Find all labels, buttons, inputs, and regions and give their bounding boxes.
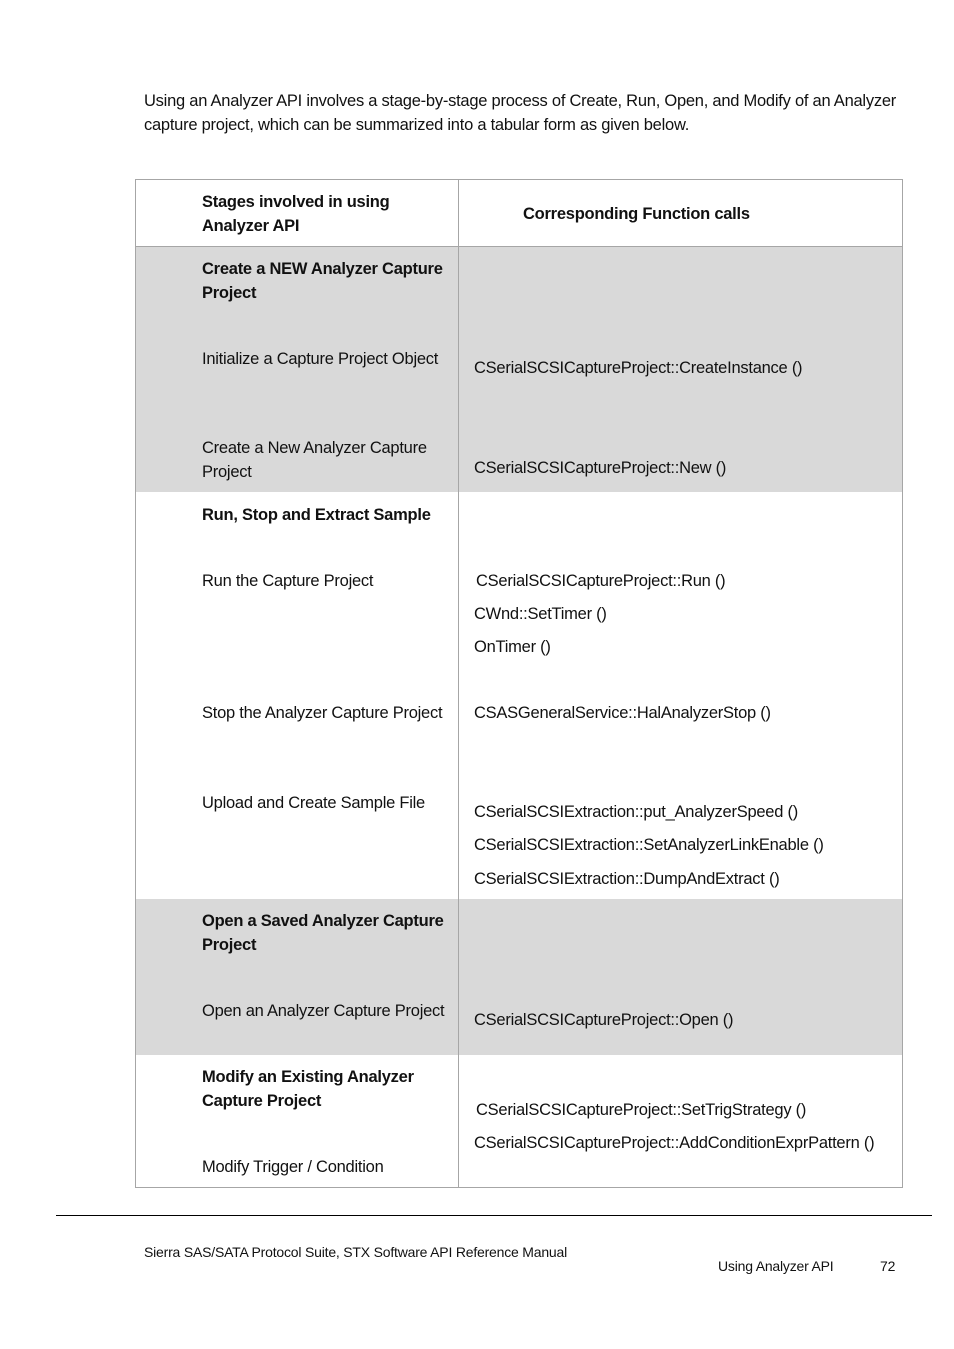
stage-create-new: Create a New Analyzer Capture Project bbox=[202, 439, 427, 481]
call-dump-and-extract: CSerialSCSIExtraction::DumpAndExtract () bbox=[474, 870, 780, 888]
section-title-modify: Modify an Existing Analyzer Capture Proj… bbox=[202, 1068, 414, 1110]
section-title-run: Run, Stop and Extract Sample bbox=[202, 506, 431, 524]
call-hal-analyzer-stop: CSASGeneralService::HalAnalyzerStop () bbox=[474, 704, 771, 722]
stage-initialize: Initialize a Capture Project Object bbox=[202, 350, 439, 368]
call-put-analyzer-speed: CSerialSCSIExtraction::put_AnalyzerSpeed… bbox=[474, 803, 798, 821]
page-number: 72 bbox=[880, 1258, 896, 1274]
call-new: CSerialSCSICaptureProject::New () bbox=[474, 459, 727, 477]
stage-open: Open an Analyzer Capture Project bbox=[202, 1002, 445, 1020]
stage-upload: Upload and Create Sample File bbox=[202, 794, 425, 812]
call-open: CSerialSCSICaptureProject::Open () bbox=[474, 1011, 734, 1029]
column-divider bbox=[458, 180, 459, 1187]
header-divider bbox=[136, 246, 902, 247]
header-function-calls: Corresponding Function calls bbox=[523, 205, 750, 223]
stage-stop: Stop the Analyzer Capture Project bbox=[202, 704, 443, 722]
stage-modify-trigger: Modify Trigger / Condition bbox=[202, 1158, 384, 1176]
call-add-condition-expr-pattern: CSerialSCSICaptureProject::AddConditionE… bbox=[474, 1134, 875, 1152]
stages-table: Stages involved in using Analyzer API Co… bbox=[135, 179, 903, 1188]
footer-rule bbox=[56, 1215, 932, 1216]
footer-section: Using Analyzer API bbox=[718, 1258, 834, 1274]
call-set-trig-strategy: CSerialSCSICaptureProject::SetTrigStrate… bbox=[476, 1101, 807, 1119]
call-create-instance: CSerialSCSICaptureProject::CreateInstanc… bbox=[474, 359, 803, 377]
call-set-timer: CWnd::SetTimer () bbox=[474, 605, 607, 623]
call-run: CSerialSCSICaptureProject::Run () bbox=[476, 572, 726, 590]
stage-run: Run the Capture Project bbox=[202, 572, 374, 590]
section-title-create: Create a NEW Analyzer Capture Project bbox=[202, 260, 443, 302]
section-title-open: Open a Saved Analyzer Capture Project bbox=[202, 912, 444, 954]
intro-paragraph: Using an Analyzer API involves a stage-b… bbox=[144, 92, 897, 134]
header-stages: Stages involved in using Analyzer API bbox=[202, 193, 390, 235]
footer-manual-title: Sierra SAS/SATA Protocol Suite, STX Soft… bbox=[144, 1244, 568, 1260]
call-on-timer: OnTimer () bbox=[474, 638, 551, 656]
call-set-analyzer-link-enable: CSerialSCSIExtraction::SetAnalyzerLinkEn… bbox=[474, 836, 824, 854]
